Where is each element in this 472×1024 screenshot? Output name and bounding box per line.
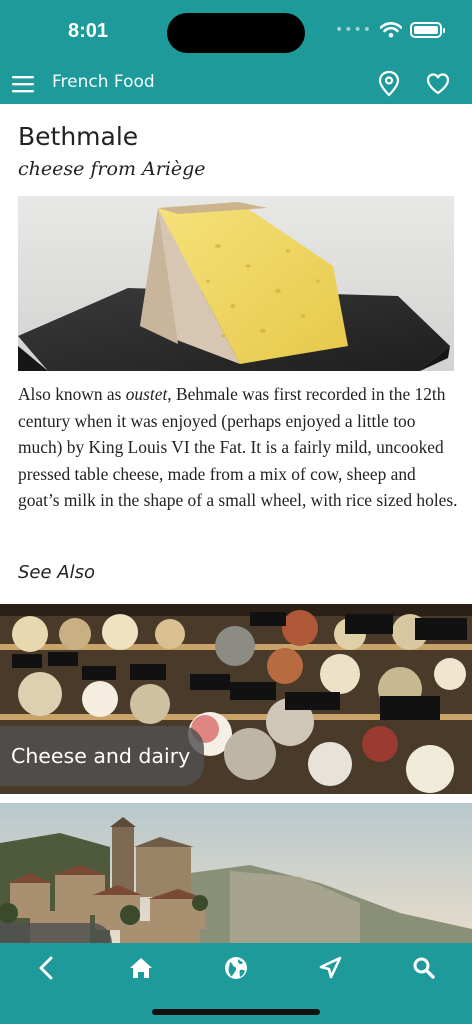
cheese-photo: [18, 196, 454, 371]
app-title: French Food: [52, 72, 155, 92]
favorite-heart-icon[interactable]: [425, 71, 451, 97]
battery-icon: [410, 22, 445, 38]
navigate-icon[interactable]: [315, 953, 345, 983]
home-icon[interactable]: [126, 953, 156, 983]
article-body: Also known as oustet, Behmale was first …: [18, 381, 458, 514]
article-body-intro: Also known as: [18, 384, 126, 404]
status-indicators: ••••: [334, 22, 445, 38]
article-body-emphasis: oustet: [125, 384, 168, 404]
article-subtitle: cheese from Ariège: [18, 158, 206, 180]
globe-icon[interactable]: [221, 953, 251, 983]
app-bar: French Food: [0, 64, 472, 104]
status-time: 8:01: [68, 20, 109, 42]
status-bar: 8:01 ••••: [0, 0, 472, 64]
card-label: Cheese and dairy: [0, 726, 205, 786]
menu-icon[interactable]: [12, 73, 34, 95]
related-card-cheese-and-dairy[interactable]: Cheese and dairy: [0, 604, 472, 794]
cellular-signal-icon: ••••: [334, 22, 372, 38]
card-label: [0, 923, 112, 943]
see-also-heading: See Also: [18, 562, 96, 583]
dynamic-island: [167, 13, 305, 53]
map-pin-icon[interactable]: [377, 70, 401, 98]
village-photo: [0, 803, 472, 943]
back-icon[interactable]: [32, 953, 62, 983]
related-card-village[interactable]: [0, 803, 472, 943]
article-title: Bethmale: [18, 122, 139, 151]
wifi-icon: [380, 22, 402, 38]
home-indicator: [152, 1009, 320, 1015]
search-icon[interactable]: [409, 953, 439, 983]
